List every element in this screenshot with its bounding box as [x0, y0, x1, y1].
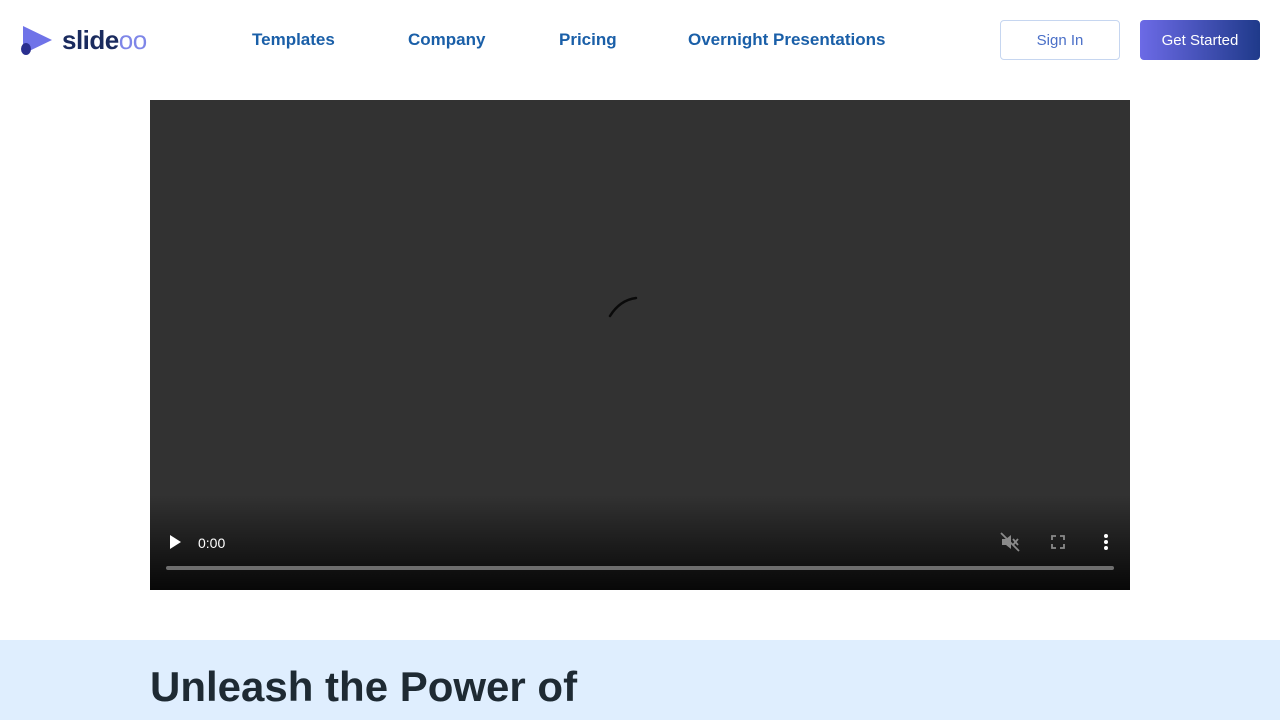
hero-title: Unleash the Power of	[150, 663, 578, 710]
hero-section: Unleash the Power of	[0, 640, 1280, 720]
loading-spinner-icon	[608, 296, 638, 318]
fullscreen-icon[interactable]	[1048, 532, 1068, 552]
more-vertical-icon[interactable]	[1096, 532, 1116, 552]
logo-play-icon	[21, 26, 52, 55]
brand-wordmark: slideoo	[62, 24, 147, 56]
site-header: slideoo Templates Company Pricing Overni…	[0, 0, 1280, 80]
play-icon[interactable]	[168, 534, 182, 550]
video-controls-overlay	[150, 495, 1130, 590]
nav-link-company[interactable]: Company	[408, 30, 485, 50]
nav-link-overnight-presentations[interactable]: Overnight Presentations	[688, 30, 885, 50]
video-player[interactable]: 0:00	[150, 100, 1130, 590]
brand-name-part2: oo	[118, 25, 147, 55]
video-progress-bar[interactable]	[166, 566, 1114, 570]
video-current-time: 0:00	[198, 535, 226, 551]
muted-speaker-icon[interactable]	[1000, 532, 1020, 552]
get-started-button[interactable]: Get Started	[1140, 20, 1260, 60]
nav-link-templates[interactable]: Templates	[252, 30, 335, 50]
nav-link-pricing[interactable]: Pricing	[559, 30, 617, 50]
brand-name-part1: slide	[62, 25, 119, 55]
sign-in-button[interactable]: Sign In	[1000, 20, 1120, 60]
brand-logo[interactable]: slideoo	[20, 24, 147, 56]
